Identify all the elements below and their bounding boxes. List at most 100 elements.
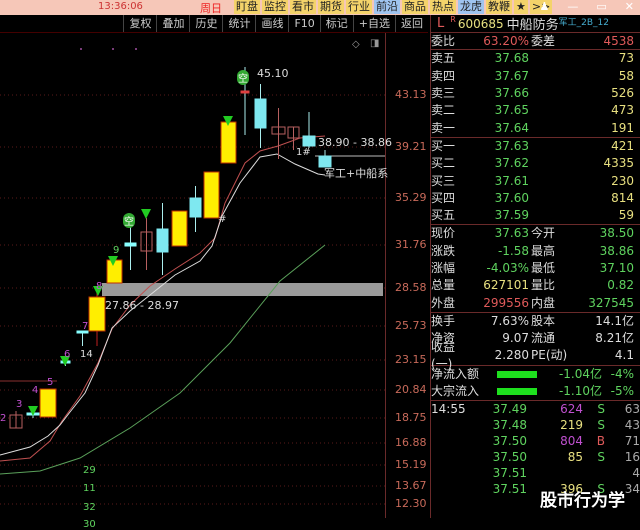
fund-label-2: PE(动): [531, 348, 568, 363]
menu-favorite[interactable]: ★: [514, 0, 528, 14]
tick-row: 37.50 804 B 71: [431, 433, 640, 449]
candle-body: [106, 259, 123, 284]
candle-body: [156, 228, 169, 253]
flow-value: -1.04亿: [558, 366, 602, 381]
tick-price: 37.50: [492, 450, 527, 465]
mark-button[interactable]: 标记: [319, 15, 353, 32]
f10-button[interactable]: F10: [288, 15, 319, 32]
minimize-button[interactable]: —: [567, 0, 578, 13]
count-2: 2: [0, 413, 7, 424]
order-level-label: 买三: [431, 173, 456, 188]
menu-redian[interactable]: 热点: [430, 0, 456, 14]
order-row-buy0: 买一 37.63 421: [431, 138, 640, 155]
fund-value: 9.07: [502, 331, 529, 346]
price-axis-label: 15.19: [395, 458, 427, 471]
draw-line-button[interactable]: 画线: [255, 15, 288, 32]
order-level-label: 卖二: [431, 103, 456, 118]
order-price: 37.60: [494, 190, 529, 205]
order-row-sell0: 卖五 37.68 73: [431, 50, 640, 67]
stats-label: 总量: [431, 278, 456, 293]
order-volume: 4335: [603, 156, 634, 171]
kong-signal-2: 空: [123, 213, 135, 228]
order-level-label: 买五: [431, 208, 456, 223]
stats-button[interactable]: 统计: [222, 15, 255, 32]
add-watchlist-button[interactable]: +自选: [352, 15, 395, 32]
tick-row: 14:55 37.49 624 S 63: [431, 401, 640, 417]
menu-jiankong[interactable]: 监控: [262, 0, 288, 14]
order-level-label: 买四: [431, 190, 456, 205]
panel-toggle-icon[interactable]: ◨: [370, 38, 379, 49]
stock-name: 中船防务: [506, 18, 559, 33]
menu-qianyan[interactable]: 前沿: [374, 0, 400, 14]
range-low-label: 27.86 - 28.97: [105, 299, 179, 312]
sector-label: 军工+中船系: [324, 167, 389, 180]
tick-count: 43: [624, 418, 640, 433]
tick-volume: 804: [560, 434, 583, 449]
price-axis-label: 31.76: [395, 238, 427, 251]
price-axis-label: 39.21: [395, 140, 427, 153]
menu-hangye[interactable]: 行业: [346, 0, 372, 14]
range-top-label: 38.90 - 38.86: [318, 136, 392, 149]
tick-volume: 85: [567, 450, 583, 465]
menu-qihuo[interactable]: 期货: [318, 0, 344, 14]
watermark: 股市行为学: [540, 491, 625, 511]
stock-tag: 军工_2B_12: [558, 18, 609, 28]
order-level-label: 卖五: [431, 51, 456, 66]
mark-2: #: [218, 214, 227, 225]
kline-chart[interactable]: 43.13 39.21 35.29 31.76 28.58 25.73 23.15 20.84…: [0, 33, 428, 530]
history-button[interactable]: 历史: [189, 15, 222, 32]
close-button[interactable]: ✕: [625, 0, 634, 13]
fund-label-2: 股本: [531, 313, 556, 328]
stats-row: 涨幅 -4.03% 最低 37.10: [431, 260, 640, 277]
tick-price: 37.50: [492, 434, 527, 449]
stats-label: 涨跌: [431, 243, 456, 258]
weibi-label: 委比: [431, 33, 456, 48]
flow-pct: -4%: [610, 366, 634, 381]
high-price-label: 45.10: [257, 67, 289, 80]
order-row-buy1: 买二 37.62 4335: [431, 155, 640, 172]
order-price: 37.59: [494, 208, 529, 223]
fund-value-2: 14.1亿: [595, 313, 634, 328]
order-level-label: 卖一: [431, 120, 456, 135]
price-axis-label: 23.15: [395, 353, 427, 366]
order-volume: 526: [611, 86, 634, 101]
menu-shangpin[interactable]: 商品: [402, 0, 428, 14]
menu-kanshi[interactable]: 看市: [290, 0, 316, 14]
diamond-icon[interactable]: ◇: [352, 39, 360, 50]
overlay-button[interactable]: 叠加: [156, 15, 189, 32]
tick-row: 37.51 4: [431, 465, 640, 481]
order-price: 37.63: [494, 138, 529, 153]
menu-dingpan[interactable]: 盯盘: [234, 0, 260, 14]
order-price: 37.62: [494, 156, 529, 171]
fund-label-2: 流通: [531, 331, 556, 346]
fund-value-2: 4.1: [614, 348, 634, 363]
tick-price: 37.51: [492, 466, 527, 481]
stats-label-2: 今开: [531, 226, 556, 241]
tick-bs: B: [596, 434, 605, 449]
menu-jiaobian[interactable]: 教鞭: [486, 0, 512, 14]
stats-value: 627101: [483, 278, 529, 293]
flow-bar: [497, 370, 537, 378]
bottom-number: 29: [83, 465, 96, 476]
order-row-buy4: 买五 37.59 59: [431, 207, 640, 224]
dot: [80, 48, 82, 50]
support-band: [102, 283, 383, 296]
fuquan-button[interactable]: 复权: [123, 15, 156, 32]
order-level-label: 买二: [431, 156, 456, 171]
order-row-sell4: 卖一 37.64 191: [431, 119, 640, 136]
stats-value-2: 38.86: [599, 243, 634, 258]
flow-label: 大宗流入: [431, 384, 480, 399]
menu-longhu[interactable]: 龙虎: [458, 0, 484, 14]
candle-body: [171, 210, 188, 247]
tick-bs: S: [597, 402, 605, 417]
stats-row: 外盘 299556 内盘 327545: [431, 294, 640, 311]
tick-bs: S: [597, 418, 605, 433]
flow-value: -1.10亿: [558, 384, 602, 399]
count-4: 4: [32, 385, 39, 396]
order-level-label: 卖三: [431, 86, 456, 101]
skin-icon[interactable]: ♟: [540, 0, 550, 13]
stats-value: -1.58: [497, 243, 529, 258]
tick-row: 37.50 85 S 16: [431, 449, 640, 465]
maximize-button[interactable]: ▭: [596, 0, 606, 13]
back-button[interactable]: 返回: [395, 15, 428, 32]
